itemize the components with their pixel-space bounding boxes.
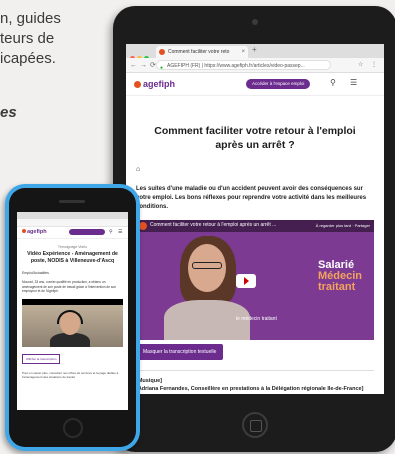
page-title: Comment faciliter votre retour à l'emplo…	[154, 125, 356, 151]
breadcrumb[interactable]: Emploi/Actualités	[22, 271, 123, 275]
page-title: Vidéo Expérience - Aménagement de poste,…	[27, 251, 118, 264]
background-text-line: es	[0, 104, 17, 121]
transcript-line: [Musique]	[136, 378, 162, 384]
browser-toolbar: ←→⟳ ● AGEFIPH (FR) | https://www.agefiph…	[126, 58, 384, 73]
home-icon[interactable]: ⌂	[136, 166, 374, 173]
agefiph-logo[interactable]: agefiph	[22, 229, 47, 235]
browser-tab[interactable]: Comment faciliter votre reto ×	[156, 46, 248, 58]
menu-icon[interactable]: ☰	[350, 78, 357, 87]
article-footer-text: Pour en savoir plus, consultez nos offre…	[22, 370, 119, 380]
article-intro: Les suites d'une maladie ou d'un acciden…	[136, 186, 367, 210]
video-overlay-text: Salarié Médecin traitant	[317, 259, 362, 293]
url-text: https://www.agefiph.fr/articles/video-pa…	[204, 63, 305, 69]
menu-icon[interactable]: ☰	[118, 229, 122, 235]
phone-screen: agefiph ⚲ ☰ Témoignage Vidéo Vidéo Expér…	[17, 212, 128, 410]
hide-transcript-button[interactable]: Masquer la transcription textuelle	[136, 344, 224, 360]
background-text-line: teurs de	[0, 30, 55, 47]
phone-site-header: agefiph ⚲ ☰	[17, 227, 128, 239]
navigation-icons[interactable]: ←→⟳	[130, 61, 159, 69]
video-title: Comment faciliter votre retour à l'emplo…	[150, 222, 277, 228]
site-header: agefiph Accéder à l'espace emploi ⚲ ☰	[126, 73, 384, 96]
transcript: [Musique] [Adriana Fernandes, Conseillèr…	[136, 370, 374, 393]
channel-avatar	[139, 222, 147, 230]
logo-mark-icon	[134, 81, 141, 88]
article-intro: Mourad, 33 ans, ouvrier qualifié en prod…	[22, 280, 116, 293]
tablet-device: Comment faciliter votre reto × + ←→⟳ ● A…	[113, 6, 395, 452]
play-icon[interactable]	[236, 274, 256, 288]
address-bar[interactable]: ● AGEFIPH (FR) | https://www.agefiph.fr/…	[156, 60, 331, 70]
video-top-bar: Comment faciliter votre retour à l'emplo…	[136, 220, 374, 232]
video-subtitle: le médecin traitant	[236, 316, 277, 322]
site-name: AGEFIPH (FR)	[167, 63, 201, 69]
phone-device: agefiph ⚲ ☰ Témoignage Vidéo Vidéo Expér…	[5, 184, 140, 451]
browser-tab-strip: Comment faciliter votre reto × +	[126, 44, 384, 61]
agefiph-logo[interactable]: agefiph	[134, 79, 175, 89]
tablet-home-button[interactable]	[242, 412, 268, 438]
phone-browser-tabs	[17, 212, 128, 219]
phone-address-bar[interactable]	[17, 219, 128, 227]
video-player[interactable]: Comment faciliter votre retour à l'emplo…	[136, 220, 374, 340]
tablet-camera	[252, 19, 258, 25]
speaker-image	[164, 236, 250, 340]
new-tab-icon[interactable]: +	[252, 45, 257, 54]
search-icon[interactable]: ⚲	[109, 229, 113, 235]
employment-space-button[interactable]	[69, 229, 105, 235]
browser-menu-icons[interactable]: ☆ ⋮	[358, 61, 380, 68]
employment-space-button[interactable]: Accéder à l'espace emploi	[246, 79, 311, 89]
transcript-line: [Adriana Fernandes, Conseillère en prest…	[136, 386, 364, 392]
search-icon[interactable]: ⚲	[330, 78, 336, 87]
browser-tab-title: Comment faciliter votre reto	[168, 49, 230, 55]
tablet-screen: Comment faciliter votre reto × + ←→⟳ ● A…	[126, 44, 384, 394]
watch-later-button[interactable]: À regarder plus tard · Partager	[316, 223, 370, 228]
article-kicker: Témoignage Vidéo	[57, 245, 88, 249]
show-transcript-button[interactable]: Afficher la transcription	[22, 353, 61, 364]
background-text-line: n, guides	[0, 10, 61, 27]
phone-home-button[interactable]	[63, 418, 83, 438]
article: Comment faciliter votre retour à l'emplo…	[126, 124, 384, 393]
background-text-line: icapées.	[0, 50, 56, 67]
lock-icon: ●	[160, 65, 164, 70]
video-player[interactable]	[22, 298, 123, 347]
favicon-icon	[159, 49, 165, 55]
phone-speaker	[59, 200, 85, 203]
close-icon[interactable]: ×	[241, 46, 245, 58]
